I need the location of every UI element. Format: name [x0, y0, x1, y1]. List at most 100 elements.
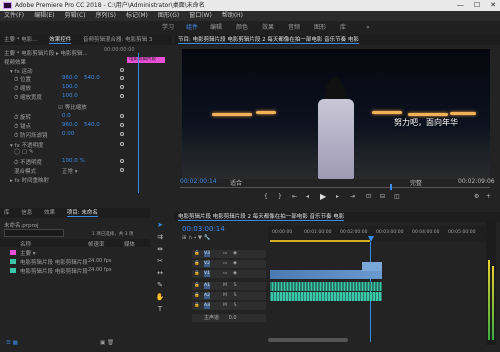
workspace-audio[interactable]: 音频 [288, 21, 300, 35]
project-item-sequence[interactable]: 电影剪辑片段 电影剪辑片段 [20, 258, 88, 266]
opacity-section[interactable]: ▾ fx 不透明度 [10, 141, 43, 149]
add-button-icon[interactable]: + [486, 193, 491, 200]
fit-select[interactable]: 适合 [230, 178, 242, 187]
keyframe-opacity-icon[interactable] [120, 159, 124, 163]
time-remap-section[interactable]: ▸ fx 时间重映射 [10, 176, 49, 184]
menu-graphics[interactable]: 图形(G) [158, 11, 179, 21]
workspace-color[interactable]: 颜色 [236, 21, 248, 35]
razor-tool-icon[interactable]: ✂ [155, 256, 165, 266]
mask-tools[interactable]: ◯ ▢ ✎ [14, 149, 33, 155]
pen-tool-icon[interactable]: ✎ [155, 280, 165, 290]
keyframe-scale-width-icon[interactable] [120, 94, 124, 98]
audio-clip-a2[interactable] [270, 292, 382, 301]
maximize-button[interactable]: ☐ [474, 0, 480, 11]
close-button[interactable]: ✕ [490, 0, 496, 11]
scale-width-value[interactable]: 100.0 [62, 93, 78, 99]
hand-tool-icon[interactable]: ✋ [155, 292, 165, 302]
mark-in-icon[interactable]: { [264, 193, 268, 200]
workspace-editing[interactable]: 编辑 [210, 21, 222, 35]
tab-source[interactable]: 主要 * 电影... [4, 37, 38, 43]
work-area-bar[interactable] [270, 240, 370, 242]
col-name[interactable]: 名称 [20, 240, 31, 248]
program-video-frame[interactable]: 努力吧，面向年华 [182, 49, 490, 179]
play-icon[interactable]: ▶ [320, 192, 326, 201]
anti-flicker-value[interactable]: 0.00 [62, 131, 74, 137]
motion-label[interactable]: ▾ fx 运动 [10, 67, 32, 75]
track-a3-label[interactable]: A3 [204, 303, 210, 309]
list-view-icon[interactable]: ☰ ▦ [6, 340, 18, 346]
reset-opacity-icon[interactable] [120, 142, 124, 146]
opacity-value[interactable]: 100.0 % [62, 158, 85, 164]
export-frame-icon[interactable]: ◫ [394, 193, 400, 200]
video-thumbnail-clip[interactable] [362, 262, 382, 271]
col-media[interactable]: 媒体 [124, 240, 135, 248]
workspace-libraries[interactable]: 库 [340, 21, 346, 35]
blend-mode-select[interactable]: 正常 ▾ [62, 167, 78, 175]
anchor-x-value[interactable]: 960.0 [62, 122, 78, 128]
step-back-icon[interactable]: ◂ [306, 193, 309, 200]
go-to-out-icon[interactable]: ⇥ [350, 193, 355, 200]
tab-effect-controls[interactable]: 效果控件 [49, 37, 72, 44]
project-search-input[interactable] [4, 229, 64, 237]
video-clip[interactable] [270, 270, 382, 279]
workspace-learn[interactable]: 学习 [162, 21, 174, 35]
menu-edit[interactable]: 编辑(E) [34, 11, 54, 21]
settings-icon[interactable]: ⚙ [474, 193, 479, 200]
more-workspaces-icon[interactable]: » [366, 21, 370, 35]
type-tool-icon[interactable]: T [155, 304, 165, 314]
col-rate[interactable]: 帧速率 [88, 240, 105, 248]
workspace-effects[interactable]: 效果 [262, 21, 274, 35]
menu-clip[interactable]: 剪辑(C) [65, 11, 86, 21]
menu-help[interactable]: 帮助(H) [222, 11, 243, 21]
track-v3-label[interactable]: V3 [204, 251, 210, 257]
extract-icon[interactable]: ⊟ [380, 193, 385, 200]
program-timecode[interactable]: 00:02:00:14 [180, 178, 217, 185]
mark-out-icon[interactable]: } [278, 193, 282, 200]
selection-tool-icon[interactable]: ➤ [155, 220, 165, 230]
position-y-value[interactable]: 540.0 [84, 75, 100, 81]
tab-effects[interactable]: 效果 [44, 210, 55, 216]
menu-marker[interactable]: 标记(M) [126, 11, 148, 21]
tab-project[interactable]: 项目: 未命名 [66, 210, 98, 217]
menu-sequence[interactable]: 序列(S) [96, 11, 117, 21]
reset-motion-icon[interactable] [120, 68, 124, 72]
keyframe-scale-icon[interactable] [120, 85, 124, 89]
scale-value[interactable]: 100.0 [62, 84, 78, 90]
tab-audio-mixer[interactable]: 音频剪辑混合器: 电影剪辑 3 [83, 37, 152, 43]
keyframe-anti-flicker-icon[interactable] [120, 132, 124, 136]
keyframe-anchor-icon[interactable] [120, 123, 124, 127]
ec-playhead[interactable] [138, 53, 139, 193]
quality-select[interactable]: 完整 [410, 178, 422, 187]
lift-icon[interactable]: ⊡ [366, 193, 371, 200]
workspace-graphics[interactable]: 图形 [314, 21, 326, 35]
uniform-scale-checkbox[interactable]: ☑ 等比缩放 [58, 103, 87, 111]
menu-window[interactable]: 窗口(W) [189, 11, 212, 21]
project-item-bin[interactable]: 主要 ▾ [20, 249, 36, 257]
keyframe-position-icon[interactable] [120, 76, 124, 80]
track-v1-label[interactable]: V1 [204, 271, 210, 277]
track-a2-label[interactable]: A2 [204, 293, 210, 299]
project-item-clip[interactable]: 电影剪辑片段 电影剪辑片段 [20, 267, 88, 275]
program-scrubber[interactable] [180, 187, 490, 188]
tab-project-small[interactable]: 库 [4, 210, 10, 216]
step-forward-icon[interactable]: ▸ [336, 193, 339, 200]
tab-info[interactable]: 信息 [21, 210, 32, 216]
track-a1-label[interactable]: A1 [204, 283, 210, 289]
menu-file[interactable]: 文件(F) [4, 11, 24, 21]
timeline-tools[interactable]: ⊞ ∩ ⬩ ▼ 🔧 [182, 235, 211, 242]
program-playhead[interactable] [390, 184, 392, 190]
keyframe-blend-icon[interactable] [120, 168, 124, 172]
minimize-button[interactable]: — [457, 0, 464, 11]
timeline-zoom-scrollbar[interactable] [268, 338, 348, 342]
track-v2-label[interactable]: V2 [204, 261, 210, 267]
go-to-in-icon[interactable]: ⇤ [292, 193, 297, 200]
ripple-edit-icon[interactable]: ⇹ [155, 244, 165, 254]
audio-clip-a1[interactable] [270, 282, 382, 291]
anchor-y-value[interactable]: 540.0 [84, 122, 100, 128]
keyframe-rotation-icon[interactable] [120, 114, 124, 118]
rotation-value[interactable]: 0.0 [62, 113, 71, 119]
workspace-assembly[interactable]: 组件 [186, 21, 198, 35]
new-item-icon[interactable]: ▣ 🗑 [100, 340, 114, 346]
position-x-value[interactable]: 960.0 [62, 75, 78, 81]
master-value[interactable]: 0.0 [229, 315, 237, 321]
